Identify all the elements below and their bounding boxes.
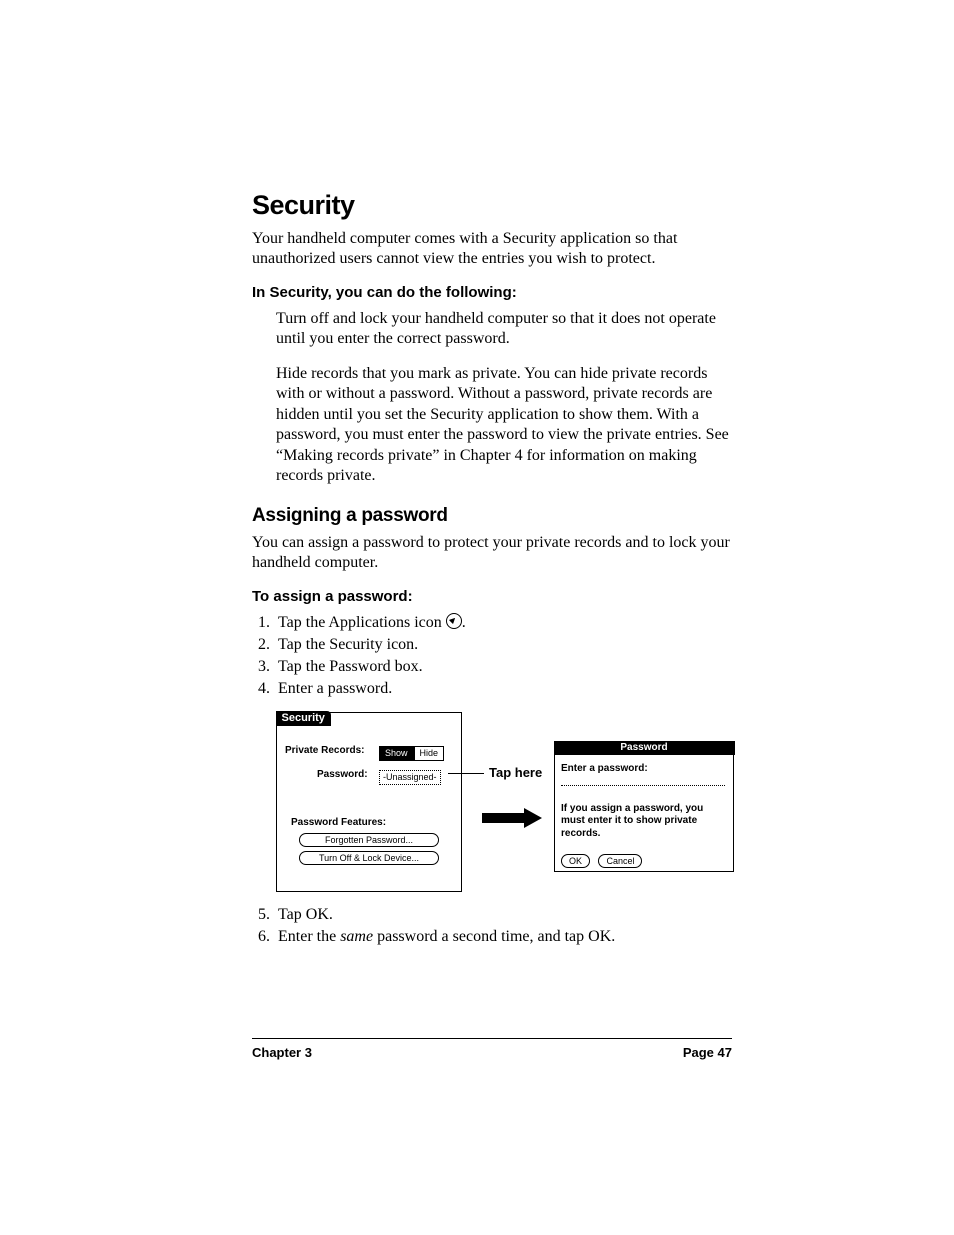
heading-assigning-password: Assigning a password	[252, 505, 732, 527]
cancel-button[interactable]: Cancel	[598, 854, 642, 868]
step-2: Tap the Security icon.	[274, 636, 732, 654]
bullet-turn-off: Turn off and lock your handheld computer…	[276, 309, 732, 350]
heading-security: Security	[252, 190, 732, 221]
turn-off-lock-button[interactable]: Turn Off & Lock Device...	[299, 851, 439, 865]
steps-list: Tap the Applications icon . Tap the Secu…	[252, 613, 732, 698]
password-value: -Unassigned-	[379, 770, 441, 785]
callout-line	[448, 773, 484, 774]
steps-list-cont: Tap OK. Enter the same password a second…	[252, 906, 732, 946]
password-note: If you assign a password, you must enter…	[561, 803, 727, 841]
forgotten-password-button[interactable]: Forgotten Password...	[299, 833, 439, 847]
step-6-b: password a second time, and tap OK.	[373, 928, 615, 945]
bullet-hide-records: Hide records that you mark as private. Y…	[276, 364, 732, 487]
password-features-label: Password Features:	[291, 817, 386, 828]
step-3: Tap the Password box.	[274, 658, 732, 676]
toggle-hide[interactable]: Hide	[414, 746, 445, 761]
step-4: Enter a password.	[274, 680, 732, 698]
step-6: Enter the same password a second time, a…	[274, 928, 732, 946]
page-footer: Chapter 3 Page 47	[252, 1038, 732, 1060]
step-6-italic: same	[340, 928, 373, 945]
applications-icon	[446, 613, 462, 629]
password-input-line[interactable]	[561, 785, 725, 786]
ok-button[interactable]: OK	[561, 854, 590, 868]
intro-paragraph: Your handheld computer comes with a Secu…	[252, 229, 732, 270]
step-1-text-a: Tap the Applications icon	[278, 614, 446, 631]
password-dialog-title: Password	[554, 741, 735, 755]
enter-password-label: Enter a password:	[561, 763, 648, 774]
toggle-show[interactable]: Show	[379, 746, 414, 761]
private-records-toggle[interactable]: ShowHide	[379, 743, 444, 761]
subhead-can-do: In Security, you can do the following:	[252, 284, 732, 301]
arrow-icon	[482, 808, 544, 828]
assign-intro: You can assign a password to protect you…	[252, 533, 732, 574]
password-box[interactable]: -Unassigned-	[379, 767, 441, 785]
step-1-text-b: .	[462, 614, 466, 631]
footer-page: Page 47	[683, 1045, 732, 1060]
security-panel: Security Private Records: ShowHide Passw…	[276, 712, 462, 892]
step-1: Tap the Applications icon .	[274, 613, 732, 632]
subhead-to-assign: To assign a password:	[252, 588, 732, 605]
security-tab: Security	[276, 711, 331, 726]
figure-security-screens: Security Private Records: ShowHide Passw…	[276, 712, 756, 898]
private-records-label: Private Records:	[285, 745, 364, 756]
step-5: Tap OK.	[274, 906, 732, 924]
password-label: Password:	[317, 769, 368, 780]
step-6-a: Enter the	[278, 928, 340, 945]
password-panel: Password Enter a password: If you assign…	[554, 742, 734, 872]
footer-chapter: Chapter 3	[252, 1045, 312, 1060]
tap-here-callout: Tap here	[489, 765, 542, 780]
